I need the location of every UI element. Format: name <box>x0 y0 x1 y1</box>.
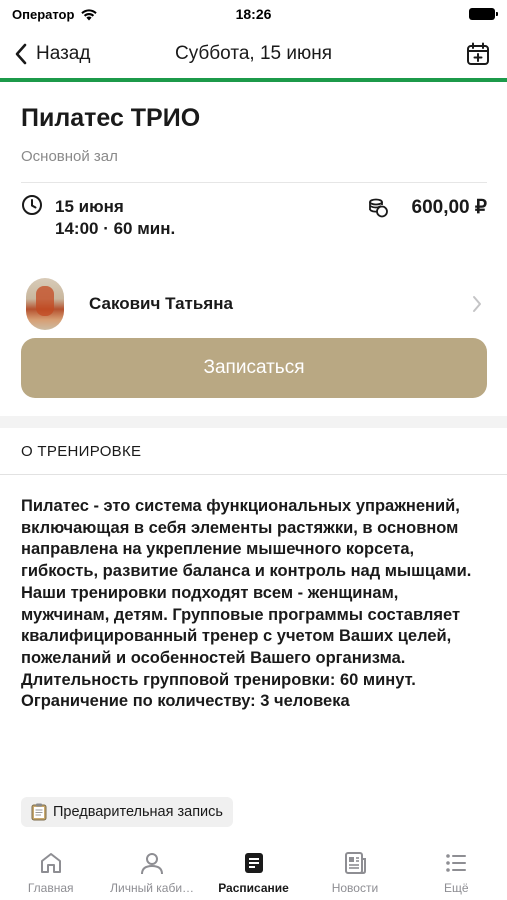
tab-label: Расписание <box>218 881 289 895</box>
nav-bar: Назад Суббота, 15 июня <box>0 30 507 78</box>
wifi-icon <box>81 8 98 20</box>
tab-profile[interactable]: Личный каби… <box>101 838 202 900</box>
class-date: 15 июня <box>55 197 124 216</box>
news-icon <box>344 852 366 874</box>
battery-icon <box>469 8 498 20</box>
status-left: Оператор <box>12 7 98 22</box>
tab-label: Личный каби… <box>110 881 195 895</box>
class-title: Пилатес ТРИО <box>21 104 201 132</box>
clock-icon <box>22 195 42 215</box>
signup-button[interactable]: Записаться <box>21 338 487 398</box>
tab-bar: Главная Личный каби… Расписание Новости <box>0 838 507 900</box>
tab-label: Ещё <box>444 881 469 895</box>
trainer-row[interactable]: Сакович Татьяна <box>0 278 507 332</box>
back-button[interactable]: Назад <box>14 43 90 65</box>
chevron-left-icon <box>15 43 27 65</box>
more-icon <box>446 854 467 872</box>
coins-icon <box>369 198 388 218</box>
class-time-duration: 14:00 · 60 мин. <box>55 219 176 238</box>
chevron-right-icon <box>473 296 481 312</box>
class-datetime: 15 июня 14:00 · 60 мин. <box>55 196 175 240</box>
accent-divider <box>0 78 507 82</box>
schedule-icon <box>244 853 263 873</box>
tab-label: Главная <box>27 881 74 895</box>
prebooking-label: Предварительная запись <box>53 804 223 820</box>
clipboard-icon <box>31 803 47 821</box>
divider <box>0 474 507 475</box>
trainer-name: Сакович Татьяна <box>89 294 233 313</box>
home-icon <box>40 853 61 873</box>
tab-news[interactable]: Новости <box>304 838 405 900</box>
tab-home[interactable]: Главная <box>0 838 101 900</box>
status-bar: Оператор 18:26 <box>0 0 507 28</box>
calendar-add-icon[interactable] <box>465 41 491 67</box>
avatar <box>26 278 64 330</box>
tab-label: Новости <box>331 881 379 895</box>
prebooking-badge: Предварительная запись <box>21 797 233 827</box>
carrier-label: Оператор <box>12 6 75 22</box>
tab-more[interactable]: Ещё <box>406 838 507 900</box>
hall-name: Основной зал <box>21 148 118 165</box>
profile-icon <box>141 853 164 875</box>
back-label: Назад <box>36 43 91 64</box>
tab-schedule[interactable]: Расписание <box>203 838 304 900</box>
class-price: 600,00 ₽ <box>411 197 487 218</box>
about-text: Пилатес - это система функциональных упр… <box>21 497 472 711</box>
divider <box>21 182 487 183</box>
section-separator <box>0 416 507 428</box>
about-heading: О ТРЕНИРОВКЕ <box>21 443 142 460</box>
